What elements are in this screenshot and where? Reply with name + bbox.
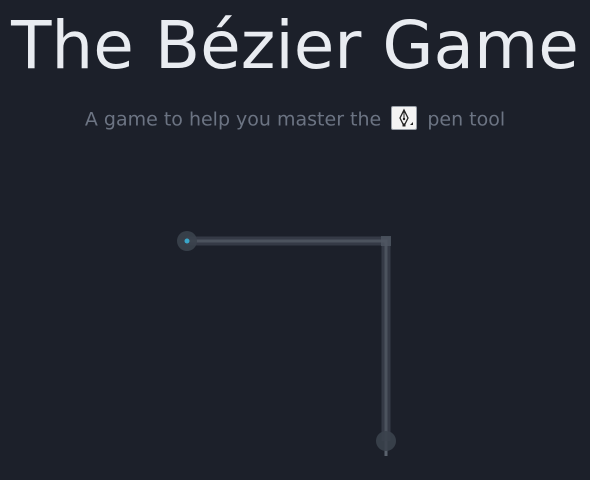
target-path — [187, 239, 388, 441]
corner-anchor[interactable] — [381, 236, 391, 246]
target-path-shadow — [187, 236, 391, 441]
end-anchor[interactable] — [376, 431, 396, 451]
start-anchor-dot — [184, 238, 190, 244]
game-canvas[interactable] — [0, 0, 590, 480]
bezier-game-page: The Bézier Game A game to help you maste… — [0, 0, 590, 480]
